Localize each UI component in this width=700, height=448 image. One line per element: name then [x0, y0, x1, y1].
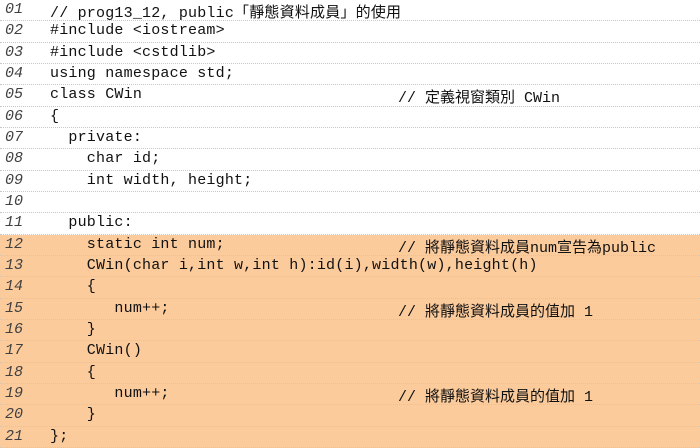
line-number: 02: [5, 22, 24, 40]
code-comment: // 定義視窗類別 CWin: [398, 90, 561, 108]
code-text: #include <iostream>: [50, 22, 225, 40]
line-number: 13: [5, 257, 24, 274]
line-number: 06: [5, 107, 24, 125]
code-line: 03 #include <cstdlib>: [0, 43, 700, 64]
code-text: {: [50, 278, 97, 296]
line-number: 14: [5, 278, 24, 296]
line-number: 10: [5, 193, 24, 210]
line-number: 09: [5, 171, 24, 189]
code-text: using namespace std;: [50, 65, 235, 82]
line-number: 11: [5, 214, 24, 232]
code-text: int width, height;: [50, 171, 253, 189]
code-text: }: [50, 321, 97, 338]
line-number: 07: [5, 129, 24, 146]
code-text: public:: [50, 214, 133, 232]
code-line: 06 {: [0, 107, 700, 128]
code-line: 17 CWin(): [0, 341, 700, 363]
code-line: 11 public:: [0, 213, 700, 235]
code-text: class CWin: [50, 86, 143, 104]
code-text: {: [50, 107, 60, 125]
code-text: };: [50, 427, 69, 445]
code-text: static int num;: [50, 235, 225, 253]
code-line: 08 char id;: [0, 149, 700, 171]
code-line: 10: [0, 192, 700, 214]
code-line: 09 int width, height;: [0, 171, 700, 192]
code-text: {: [50, 363, 97, 381]
line-number: 03: [5, 43, 24, 61]
code-line: 21};: [0, 426, 700, 448]
code-listing: 01 // prog13_12, public「靜態資料成員」的使用 02 #incl…: [0, 0, 700, 448]
code-line: 19 num++; // 將靜態資料成員的值加 1: [0, 384, 700, 406]
code-line: 02 #include <iostream>: [0, 21, 700, 43]
line-number: 18: [5, 363, 24, 381]
code-line: 15 num++; // 將靜態資料成員的值加 1: [0, 298, 700, 321]
code-text: num++;: [50, 299, 170, 317]
line-number: 12: [5, 235, 24, 253]
code-text: CWin(char i,int w,int h):id(i),width(w),…: [50, 257, 538, 274]
code-line: 07 private:: [0, 128, 700, 150]
code-text: #include <cstdlib>: [50, 43, 216, 61]
code-comment: // 將靜態資料成員的值加 1: [398, 303, 594, 321]
code-comment: // 將靜態資料成員的值加 1: [398, 389, 594, 406]
line-number: 04: [5, 65, 24, 82]
line-number: 05: [5, 86, 24, 104]
line-number: 08: [5, 150, 24, 168]
code-line: 04 using namespace std;: [0, 64, 700, 86]
code-line: 14 {: [0, 277, 700, 299]
code-line: 05 class CWin // 定義視窗類別 CWin: [0, 85, 700, 108]
code-text: private:: [50, 129, 143, 146]
code-text: // prog13_12, public「靜態資料成員」的使用: [50, 5, 402, 22]
code-text: char id;: [50, 150, 161, 168]
line-number: 15: [5, 299, 24, 317]
line-number: 01: [5, 1, 24, 18]
code-text: num++;: [50, 385, 170, 402]
code-comment: // 將靜態資料成員num宣告為public: [398, 239, 657, 257]
line-number: 16: [5, 321, 24, 338]
line-number: 19: [5, 385, 24, 402]
code-line: 18 {: [0, 362, 700, 384]
line-number: 17: [5, 342, 24, 360]
line-number: 20: [5, 406, 24, 424]
line-number: 21: [5, 427, 24, 445]
code-line: 13 CWin(char i,int w,int h):id(i),width(…: [0, 256, 700, 278]
code-text: CWin(): [50, 342, 143, 360]
code-text: }: [50, 406, 97, 424]
code-line: 12 static int num; // 將靜態資料成員num宣告為public: [0, 234, 700, 257]
code-line: 16 }: [0, 320, 700, 342]
code-line: 01 // prog13_12, public「靜態資料成員」的使用: [0, 0, 700, 22]
code-line: 20 }: [0, 405, 700, 427]
